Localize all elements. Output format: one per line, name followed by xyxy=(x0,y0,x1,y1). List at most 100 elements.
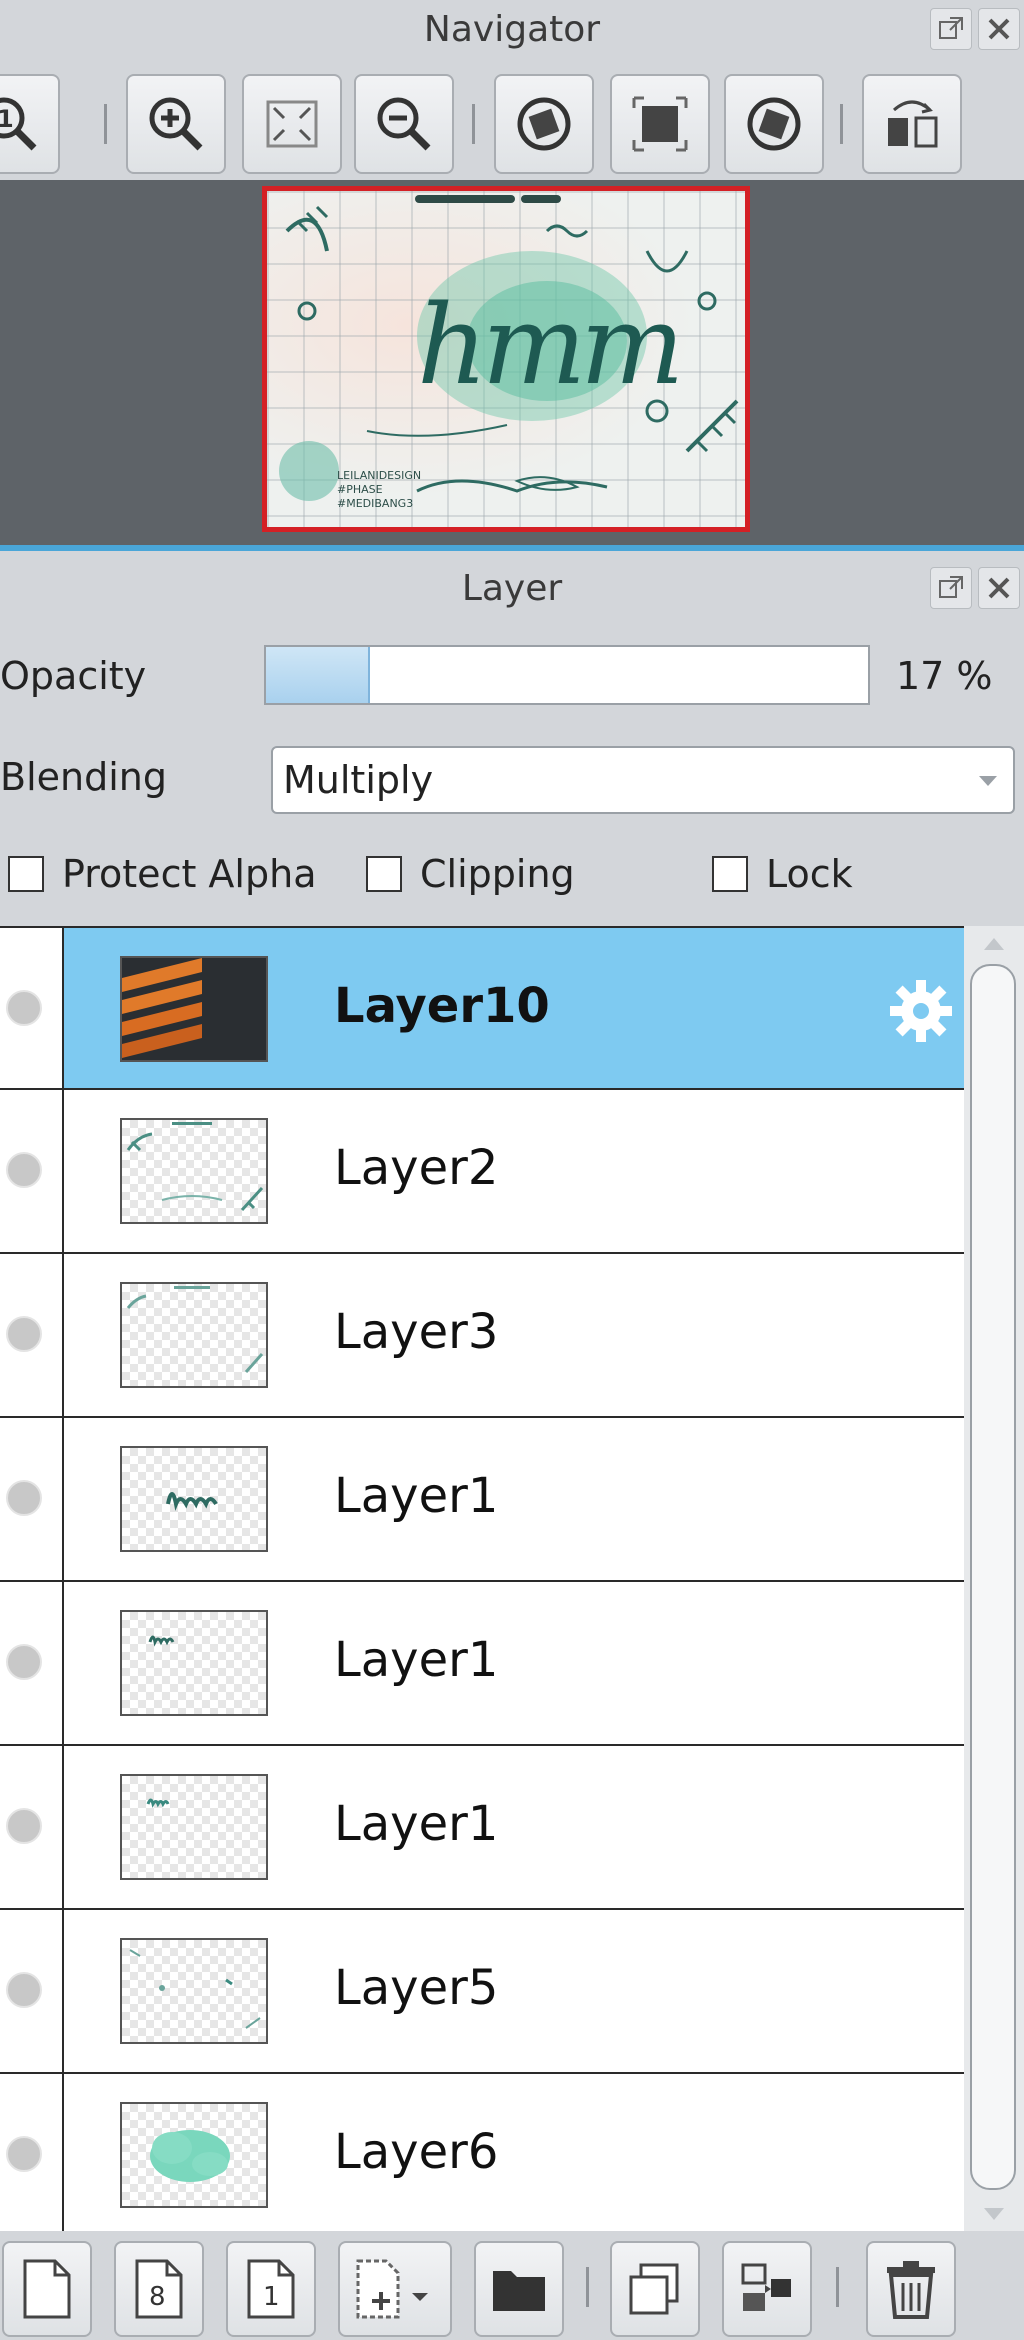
layer-row[interactable]: Layer1 xyxy=(0,1746,964,1910)
layer-name: Layer6 xyxy=(334,2124,499,2180)
actual-size-button[interactable]: 1 xyxy=(0,74,60,174)
add-layer-menu-button[interactable] xyxy=(338,2241,452,2337)
new-8bit-layer-button[interactable]: 8 xyxy=(114,2241,204,2337)
navigator-close-button[interactable] xyxy=(978,8,1020,50)
opacity-slider-fill xyxy=(266,647,371,703)
layer-name: Layer3 xyxy=(334,1304,499,1360)
navigator-detach-button[interactable] xyxy=(930,8,972,50)
blending-select[interactable]: Multiply xyxy=(271,746,1015,814)
new-layer-icon xyxy=(23,2259,71,2319)
flip-horizontal-button[interactable] xyxy=(862,74,962,174)
canvas-small-text: LEILANIDESIGN #PHASE #MEDIBANG3 xyxy=(337,469,422,510)
protect-alpha-label: Protect Alpha xyxy=(62,852,317,896)
visibility-column xyxy=(0,1746,64,1908)
visibility-column xyxy=(0,928,64,1088)
layer-name: Layer1 xyxy=(334,1468,499,1524)
layer-row[interactable]: Layer10 xyxy=(0,926,964,1090)
delete-layer-button[interactable] xyxy=(866,2241,956,2337)
close-icon xyxy=(988,18,1010,40)
new-8bit-layer-icon: 8 xyxy=(135,2259,183,2319)
scroll-down-icon[interactable] xyxy=(984,2208,1004,2220)
layer-name: Layer2 xyxy=(334,1140,499,1196)
zoom-out-icon xyxy=(377,97,431,151)
new-1bit-layer-icon: 1 xyxy=(247,2259,295,2319)
svg-text:8: 8 xyxy=(149,2282,166,2312)
scroll-up-icon[interactable] xyxy=(984,938,1004,950)
visibility-toggle[interactable] xyxy=(6,1480,42,1516)
layer-row[interactable]: Layer1 xyxy=(0,1582,964,1746)
new-1bit-layer-button[interactable]: 1 xyxy=(226,2241,316,2337)
layer-row[interactable]: Layer2 xyxy=(0,1090,964,1254)
rotate-left-button[interactable] xyxy=(494,74,594,174)
clipping-label: Clipping xyxy=(420,852,575,896)
opacity-label: Opacity xyxy=(0,654,147,698)
layer-row[interactable]: Layer3 xyxy=(0,1254,964,1418)
layer-name: Layer10 xyxy=(334,978,550,1034)
layer-thumbnail xyxy=(120,1118,268,1224)
add-layer-menu-icon xyxy=(356,2259,428,2319)
visibility-column xyxy=(0,1910,64,2072)
lock-label: Lock xyxy=(766,852,853,896)
layer-name: Layer1 xyxy=(334,1632,499,1688)
layer-row[interactable]: Layer5 xyxy=(0,1910,964,2074)
flip-horizontal-icon xyxy=(888,100,938,148)
layer-row[interactable]: Layer1 xyxy=(0,1418,964,1582)
new-folder-icon xyxy=(493,2271,545,2311)
rotate-right-icon xyxy=(747,97,801,151)
layer-thumbnail xyxy=(120,1610,268,1716)
fit-to-window-icon xyxy=(266,100,318,148)
duplicate-layer-button[interactable] xyxy=(610,2241,700,2337)
visibility-column xyxy=(0,1090,64,1252)
layer-header: Layer xyxy=(0,551,1024,625)
visibility-toggle[interactable] xyxy=(6,1152,42,1188)
layer-detach-button[interactable] xyxy=(930,567,972,609)
delete-layer-icon xyxy=(887,2261,935,2319)
close-icon xyxy=(988,577,1010,599)
blending-selected-value: Multiply xyxy=(283,758,434,802)
detach-icon xyxy=(939,17,963,39)
zoom-out-button[interactable] xyxy=(354,74,454,174)
layer-thumbnail xyxy=(120,1282,268,1388)
lock-checkbox[interactable]: Lock xyxy=(712,852,853,896)
navigator-header: Navigator xyxy=(0,0,1024,58)
duplicate-layer-icon xyxy=(629,2263,679,2315)
visibility-toggle[interactable] xyxy=(6,1316,42,1352)
reset-view-button[interactable] xyxy=(610,74,710,174)
layer-row[interactable]: Layer6 xyxy=(0,2074,964,2231)
navigator-preview[interactable]: hmm LEILANIDESIGN #PHASE #MEDIBANG3 xyxy=(0,180,1024,545)
chevron-down-icon xyxy=(979,776,997,786)
layer-close-button[interactable] xyxy=(978,567,1020,609)
navigator-viewport-frame[interactable]: hmm LEILANIDESIGN #PHASE #MEDIBANG3 xyxy=(262,186,750,532)
layer-bottom-toolbar: 8 1 xyxy=(0,2231,1024,2340)
visibility-column xyxy=(0,1582,64,1744)
layer-name: Layer5 xyxy=(334,1960,499,2016)
fit-to-window-button[interactable] xyxy=(242,74,342,174)
opacity-value: 17 % xyxy=(896,654,993,698)
opacity-slider[interactable] xyxy=(264,645,870,705)
layer-panel-title: Layer xyxy=(461,567,563,609)
clipping-checkbox[interactable]: Clipping xyxy=(366,852,575,896)
navigator-title: Navigator xyxy=(423,8,601,50)
checkbox-box xyxy=(712,856,748,892)
visibility-toggle[interactable] xyxy=(6,1972,42,2008)
visibility-toggle[interactable] xyxy=(6,990,42,1026)
zoom-in-button[interactable] xyxy=(126,74,226,174)
rotate-right-button[interactable] xyxy=(724,74,824,174)
new-layer-button[interactable] xyxy=(2,2241,92,2337)
checkbox-box xyxy=(8,856,44,892)
visibility-column xyxy=(0,1254,64,1416)
protect-alpha-checkbox[interactable]: Protect Alpha xyxy=(8,852,316,896)
actual-size-icon: 1 xyxy=(0,97,37,151)
visibility-toggle[interactable] xyxy=(6,2136,42,2172)
blending-label: Blending xyxy=(0,755,167,799)
scrollbar-thumb[interactable] xyxy=(970,964,1016,2190)
merge-down-button[interactable] xyxy=(722,2241,812,2337)
layer-list-scrollbar[interactable] xyxy=(964,926,1024,2231)
reset-view-icon xyxy=(632,96,688,152)
gear-icon[interactable] xyxy=(886,976,956,1046)
visibility-toggle[interactable] xyxy=(6,1808,42,1844)
visibility-toggle[interactable] xyxy=(6,1644,42,1680)
layer-thumbnail xyxy=(120,2102,268,2208)
new-folder-button[interactable] xyxy=(474,2241,564,2337)
layer-name: Layer1 xyxy=(334,1796,499,1852)
